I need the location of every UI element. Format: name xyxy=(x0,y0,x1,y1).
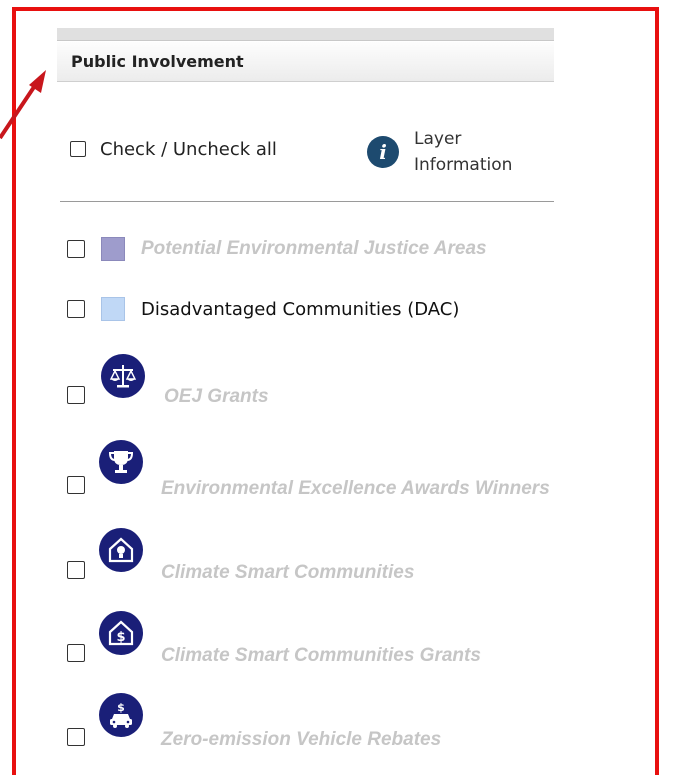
check-all-label: Check / Uncheck all xyxy=(100,138,277,160)
layer-checkbox[interactable] xyxy=(67,728,85,746)
legend-swatch xyxy=(101,297,125,321)
layer-label: Environmental Excellence Awards Winners xyxy=(161,478,550,499)
layer-checkbox[interactable] xyxy=(67,386,85,404)
annotation-arrow-icon xyxy=(0,70,46,140)
svg-text:$: $ xyxy=(117,701,125,714)
divider xyxy=(60,201,554,202)
house-lightbulb-icon xyxy=(99,528,143,572)
layer-label: Potential Environmental Justice Areas xyxy=(141,238,487,259)
legend-swatch xyxy=(101,237,125,261)
layer-row-dac[interactable]: Disadvantaged Communities (DAC) xyxy=(67,297,459,321)
check-uncheck-all[interactable]: Check / Uncheck all xyxy=(70,138,277,160)
layer-label: Zero-emission Vehicle Rebates xyxy=(161,729,442,750)
previous-section-bar[interactable] xyxy=(57,28,554,41)
svg-text:$: $ xyxy=(116,630,125,645)
layer-information-label: Layer Information xyxy=(414,129,513,175)
layer-information-button[interactable]: i Layer Information xyxy=(367,126,524,178)
scales-icon xyxy=(101,354,145,398)
layer-label: OEJ Grants xyxy=(164,386,269,407)
layer-row-potential-ej-areas[interactable]: Potential Environmental Justice Areas xyxy=(67,237,487,261)
section-header-public-involvement[interactable]: Public Involvement xyxy=(57,42,554,82)
layer-label: Disadvantaged Communities (DAC) xyxy=(141,298,460,320)
section-title: Public Involvement xyxy=(71,52,244,71)
check-all-checkbox[interactable] xyxy=(70,141,86,157)
layer-checkbox[interactable] xyxy=(67,240,85,258)
layer-label: Climate Smart Communities Grants xyxy=(161,645,481,666)
layer-label: Climate Smart Communities xyxy=(161,562,415,583)
layer-checkbox[interactable] xyxy=(67,561,85,579)
trophy-icon xyxy=(99,440,143,484)
info-icon[interactable]: i xyxy=(367,136,399,168)
car-dollar-icon: $ xyxy=(99,693,143,737)
layer-checkbox[interactable] xyxy=(67,476,85,494)
layer-checkbox[interactable] xyxy=(67,644,85,662)
house-dollar-icon: $ xyxy=(99,611,143,655)
layer-checkbox[interactable] xyxy=(67,300,85,318)
